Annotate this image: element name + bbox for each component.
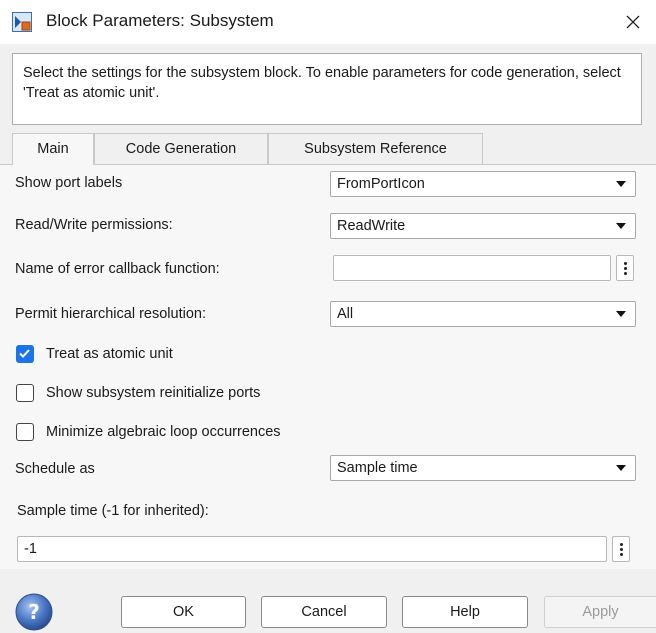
kebab-dot [619, 542, 623, 546]
ok-button[interactable]: OK [121, 596, 246, 628]
error-callback-input[interactable] [333, 255, 611, 281]
chevron-down-icon [616, 223, 626, 229]
kebab-dot [623, 271, 627, 275]
treat-atomic-checkbox[interactable] [16, 345, 34, 363]
chevron-down-icon [616, 465, 626, 471]
read-write-dropdown[interactable]: ReadWrite [330, 213, 636, 239]
svg-text:?: ? [28, 600, 40, 624]
reinit-ports-checkbox[interactable] [16, 384, 34, 402]
input-value: -1 [24, 541, 37, 557]
help-button[interactable]: Help [402, 596, 528, 628]
show-port-labels-label: Show port labels [15, 175, 123, 191]
button-label: Help [450, 604, 480, 620]
window-title: Block Parameters: Subsystem [46, 11, 274, 30]
chevron-down-icon [616, 311, 626, 317]
error-callback-options-button[interactable] [616, 255, 634, 281]
tab-label: Code Generation [125, 141, 237, 157]
schedule-as-label: Schedule as [15, 461, 95, 477]
help-icon[interactable]: ? [14, 592, 54, 632]
sample-time-input[interactable]: -1 [17, 536, 607, 562]
hierarchical-resolution-label: Permit hierarchical resolution: [15, 306, 206, 322]
dropdown-value: ReadWrite [337, 218, 406, 234]
minimize-loop-checkbox[interactable] [16, 423, 34, 441]
sample-time-options-button[interactable] [612, 536, 630, 562]
button-label: OK [173, 604, 194, 620]
button-label: Cancel [301, 604, 347, 620]
description-text: Select the settings for the subsystem bl… [23, 65, 621, 101]
checkmark-icon [19, 349, 30, 358]
chevron-down-icon [616, 181, 626, 187]
tab-subsystem-reference[interactable]: Subsystem Reference [268, 133, 483, 165]
show-port-labels-dropdown[interactable]: FromPortIcon [330, 171, 636, 197]
kebab-dot [623, 266, 627, 270]
apply-button[interactable]: Apply [544, 596, 656, 628]
dropdown-value: Sample time [337, 460, 418, 476]
simulink-block-icon [12, 12, 32, 32]
reinit-ports-label: Show subsystem reinitialize ports [46, 385, 261, 401]
dropdown-value: All [337, 306, 354, 322]
kebab-dot [619, 547, 623, 551]
tab-label: Main [37, 141, 69, 157]
close-button[interactable] [610, 0, 656, 44]
minimize-loop-label: Minimize algebraic loop occurrences [46, 424, 281, 440]
description-box: Select the settings for the subsystem bl… [12, 53, 642, 125]
tab-main[interactable]: Main [12, 133, 94, 165]
kebab-dot [619, 552, 623, 556]
tab-label: Subsystem Reference [304, 141, 447, 157]
kebab-dot [623, 261, 627, 265]
title-bar: Block Parameters: Subsystem [0, 0, 656, 44]
treat-atomic-label: Treat as atomic unit [46, 346, 173, 362]
button-label: Apply [582, 604, 619, 620]
read-write-label: Read/Write permissions: [15, 217, 173, 233]
sample-time-label: Sample time (-1 for inherited): [17, 503, 209, 519]
active-tab-joint [13, 164, 93, 166]
dropdown-value: FromPortIcon [337, 176, 425, 192]
panel-divider [0, 164, 656, 165]
error-callback-label: Name of error callback function: [15, 261, 220, 277]
schedule-as-dropdown[interactable]: Sample time [330, 455, 636, 481]
close-icon [626, 15, 640, 29]
hierarchical-resolution-dropdown[interactable]: All [330, 301, 636, 327]
cancel-button[interactable]: Cancel [261, 596, 387, 628]
tab-code-generation[interactable]: Code Generation [94, 133, 268, 165]
